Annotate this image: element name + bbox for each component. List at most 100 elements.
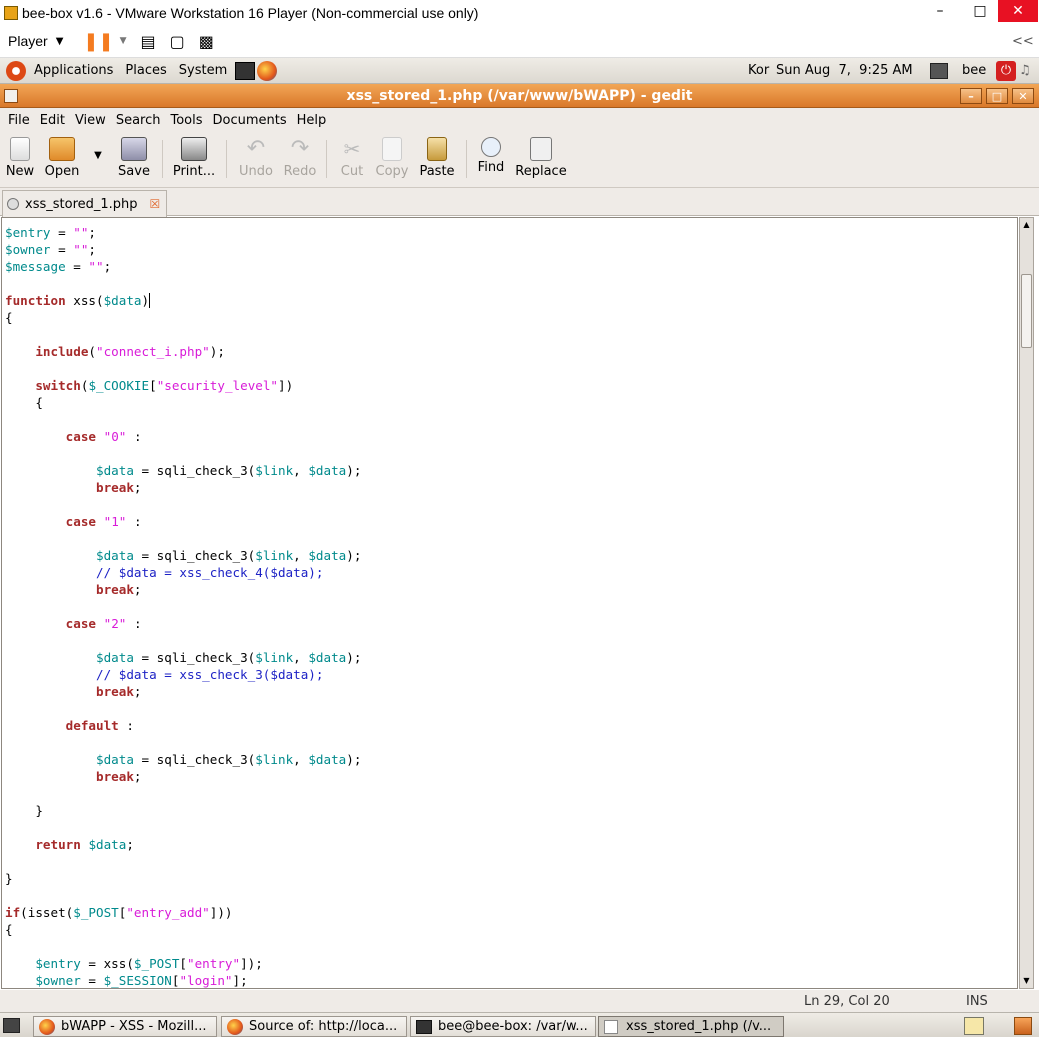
taskbar-item-gedit[interactable]: xss_stored_1.php (/v... <box>598 1016 784 1037</box>
show-desktop-icon[interactable] <box>3 1018 20 1033</box>
redo-button[interactable]: ↷ Redo <box>282 137 318 180</box>
code-line[interactable]: { <box>5 309 361 326</box>
code-line[interactable] <box>5 785 361 802</box>
code-line[interactable] <box>5 326 361 343</box>
menu-file[interactable]: File <box>8 113 30 128</box>
vertical-scrollbar[interactable]: ▲ ▼ <box>1019 217 1034 989</box>
code-line[interactable]: case "2" : <box>5 615 361 632</box>
close-button[interactable]: ✕ <box>998 0 1038 22</box>
code-line[interactable]: { <box>5 394 361 411</box>
open-button[interactable]: Open <box>42 137 82 179</box>
copy-button[interactable]: Copy <box>372 137 412 179</box>
gedit-close-button[interactable]: ✕ <box>1012 88 1034 104</box>
code-line[interactable]: $owner = $_SESSION["login"]; <box>5 972 361 988</box>
menu-documents[interactable]: Documents <box>213 113 287 128</box>
unity-icon[interactable]: ▩ <box>199 32 214 51</box>
recent-files-dropdown[interactable]: ▼ <box>90 150 106 161</box>
chevron-down-icon[interactable]: ▼ <box>56 36 64 47</box>
code-line[interactable]: case "0" : <box>5 428 361 445</box>
code-line[interactable]: $data = sqli_check_3($link, $data); <box>5 462 361 479</box>
new-button[interactable]: New <box>4 137 36 179</box>
code-line[interactable]: break; <box>5 768 361 785</box>
code-content[interactable]: $entry = ""; $owner = ""; $message = ""; f… <box>5 224 361 988</box>
save-button[interactable]: Save <box>114 137 154 179</box>
code-line[interactable]: { <box>5 921 361 938</box>
taskbar-item-terminal[interactable]: bee@bee-box: /var/w... <box>410 1016 596 1037</box>
code-line[interactable]: switch($_COOKIE["security_level"]) <box>5 377 361 394</box>
code-line[interactable]: } <box>5 802 361 819</box>
find-button[interactable]: Find <box>474 137 508 175</box>
code-line[interactable]: $data = sqli_check_3($link, $data); <box>5 547 361 564</box>
code-line[interactable] <box>5 445 361 462</box>
print-button[interactable]: Print... <box>170 137 218 179</box>
code-line[interactable] <box>5 700 361 717</box>
send-ctrl-alt-del-icon[interactable]: ▤ <box>140 32 155 51</box>
code-line[interactable] <box>5 411 361 428</box>
code-line[interactable] <box>5 496 361 513</box>
undo-button[interactable]: ↶ Undo <box>236 137 276 180</box>
code-line[interactable] <box>5 853 361 870</box>
code-line[interactable]: case "1" : <box>5 513 361 530</box>
restore-toolbar-button[interactable]: << <box>1012 34 1034 49</box>
code-line[interactable]: $entry = ""; <box>5 224 361 241</box>
code-line[interactable]: // $data = xss_check_3($data); <box>5 666 361 683</box>
terminal-launcher-icon[interactable] <box>235 61 256 80</box>
cut-button[interactable]: ✂ Cut <box>336 137 368 179</box>
code-line[interactable]: break; <box>5 581 361 598</box>
code-line[interactable] <box>5 819 361 836</box>
maximize-button[interactable]: □ <box>960 0 1000 22</box>
shutdown-icon[interactable]: ⏻ <box>996 60 1016 81</box>
taskbar-item-firefox-xss[interactable]: bWAPP - XSS - Mozill... <box>33 1016 217 1037</box>
pause-icon[interactable]: ❚❚ <box>83 31 113 52</box>
code-line[interactable] <box>5 360 361 377</box>
fullscreen-icon[interactable]: ▢ <box>170 32 185 51</box>
code-line[interactable]: if(isset($_POST["entry_add"])) <box>5 904 361 921</box>
code-line[interactable]: include("connect_i.php"); <box>5 343 361 360</box>
scrollbar-thumb[interactable] <box>1021 274 1032 348</box>
menu-view[interactable]: View <box>75 113 106 128</box>
menu-help[interactable]: Help <box>297 113 327 128</box>
gedit-minimize-button[interactable]: – <box>960 88 982 104</box>
code-line[interactable]: break; <box>5 479 361 496</box>
tab-xss-stored-1[interactable]: xss_stored_1.php ☒ <box>2 190 167 217</box>
code-line[interactable]: $data = sqli_check_3($link, $data); <box>5 751 361 768</box>
replace-button[interactable]: Replace <box>514 137 568 179</box>
taskbar-item-firefox-source[interactable]: Source of: http://loca... <box>221 1016 407 1037</box>
code-line[interactable] <box>5 734 361 751</box>
gedit-window-icon[interactable] <box>4 89 18 103</box>
notes-applet-icon[interactable] <box>964 1017 984 1035</box>
code-line[interactable]: $entry = xss($_POST["entry"]); <box>5 955 361 972</box>
code-line[interactable] <box>5 887 361 904</box>
player-menu[interactable]: Player <box>8 33 48 49</box>
code-line[interactable] <box>5 598 361 615</box>
gedit-maximize-button[interactable]: □ <box>986 88 1008 104</box>
applications-menu[interactable]: Applications <box>34 63 113 78</box>
code-line[interactable] <box>5 632 361 649</box>
close-tab-icon[interactable]: ☒ <box>150 197 161 211</box>
code-line[interactable]: default : <box>5 717 361 734</box>
firefox-launcher-icon[interactable] <box>257 60 278 81</box>
code-line[interactable]: } <box>5 870 361 887</box>
network-icon[interactable] <box>930 62 948 79</box>
menu-tools[interactable]: Tools <box>170 113 202 128</box>
code-line[interactable] <box>5 275 361 292</box>
clock[interactable]: Sun Aug 7, 9:25 AM <box>776 63 913 78</box>
code-line[interactable]: // $data = xss_check_4($data); <box>5 564 361 581</box>
trash-icon[interactable] <box>1014 1017 1032 1035</box>
places-menu[interactable]: Places <box>125 63 166 78</box>
code-line[interactable] <box>5 530 361 547</box>
volume-icon[interactable]: ♫ <box>1019 63 1031 78</box>
system-menu[interactable]: System <box>179 63 227 78</box>
minimize-button[interactable]: – <box>920 0 960 22</box>
scroll-up-arrow-icon[interactable]: ▲ <box>1020 218 1033 232</box>
code-line[interactable]: $message = ""; <box>5 258 361 275</box>
code-line[interactable]: break; <box>5 683 361 700</box>
code-line[interactable] <box>5 938 361 955</box>
menu-search[interactable]: Search <box>116 113 161 128</box>
pause-dropdown-icon[interactable]: ▼ <box>120 36 127 46</box>
scroll-down-arrow-icon[interactable]: ▼ <box>1020 974 1033 988</box>
code-line[interactable]: return $data; <box>5 836 361 853</box>
keyboard-layout-indicator[interactable]: Kor <box>748 63 769 78</box>
paste-button[interactable]: Paste <box>416 137 458 179</box>
code-line[interactable]: $owner = ""; <box>5 241 361 258</box>
